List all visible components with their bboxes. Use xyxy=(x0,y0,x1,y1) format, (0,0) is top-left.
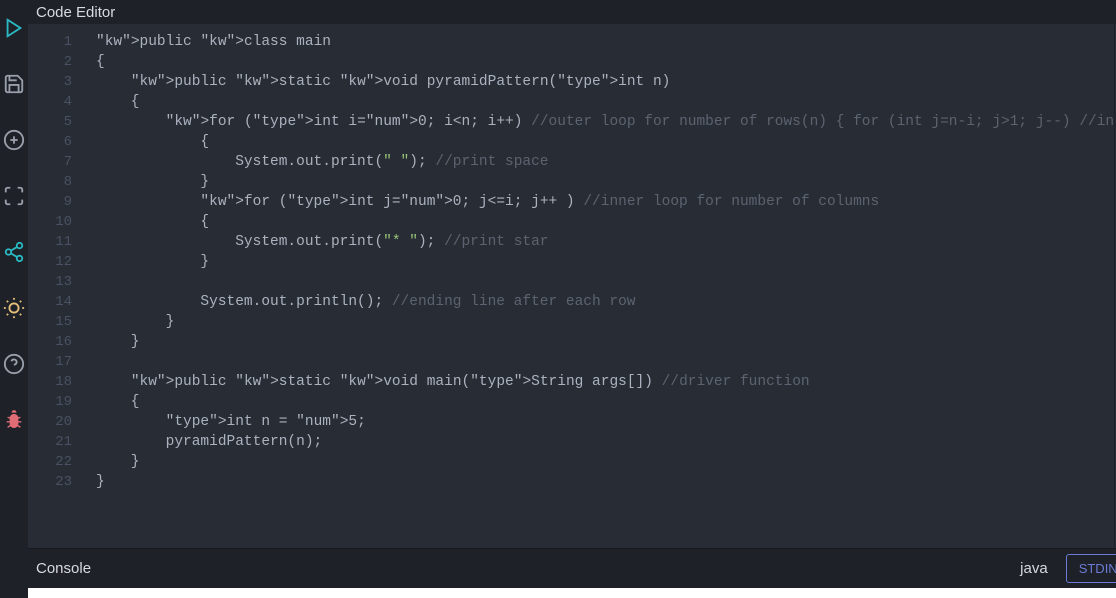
code-area[interactable]: "kw">public "kw">class main{ "kw">public… xyxy=(78,24,1114,548)
line-number: 17 xyxy=(28,352,72,372)
code-line[interactable]: "kw">public "kw">static "kw">void pyrami… xyxy=(96,72,1114,92)
code-line[interactable]: "type">int n = "num">5; xyxy=(96,412,1114,432)
code-line[interactable]: "kw">for ("type">int i="num">0; i<n; i++… xyxy=(96,112,1114,132)
play-icon xyxy=(3,17,25,39)
line-number: 21 xyxy=(28,432,72,452)
code-line[interactable]: { xyxy=(96,132,1114,152)
code-line[interactable]: System.out.println(); //ending line afte… xyxy=(96,292,1114,312)
code-line[interactable]: System.out.print("* "); //print star xyxy=(96,232,1114,252)
sun-icon xyxy=(3,297,25,319)
save-icon xyxy=(3,73,25,95)
line-number: 2 xyxy=(28,52,72,72)
line-number: 10 xyxy=(28,212,72,232)
code-line[interactable]: } xyxy=(96,472,1114,492)
line-number: 1 xyxy=(28,32,72,52)
code-line[interactable]: { xyxy=(96,92,1114,112)
console-bar: Console java STDIN STDOUT xyxy=(28,548,1116,588)
add-button[interactable] xyxy=(0,126,28,154)
code-line[interactable] xyxy=(96,272,1114,292)
line-number: 3 xyxy=(28,72,72,92)
editor[interactable]: 1234567891011121314151617181920212223 "k… xyxy=(28,24,1116,548)
fullscreen-icon xyxy=(3,185,25,207)
line-number: 15 xyxy=(28,312,72,332)
line-gutter: 1234567891011121314151617181920212223 xyxy=(28,24,78,548)
line-number: 7 xyxy=(28,152,72,172)
line-number: 16 xyxy=(28,332,72,352)
line-number: 8 xyxy=(28,172,72,192)
language-label: java xyxy=(1020,560,1048,577)
console-title: Console xyxy=(36,560,91,577)
line-number: 18 xyxy=(28,372,72,392)
bug-icon xyxy=(3,409,25,431)
code-line[interactable]: { xyxy=(96,392,1114,412)
code-line[interactable]: { xyxy=(96,212,1114,232)
line-number: 5 xyxy=(28,112,72,132)
save-button[interactable] xyxy=(0,70,28,98)
line-number: 11 xyxy=(28,232,72,252)
sidebar xyxy=(0,0,28,598)
line-number: 4 xyxy=(28,92,72,112)
theme-button[interactable] xyxy=(0,294,28,322)
run-button[interactable] xyxy=(0,14,28,42)
code-line[interactable]: "kw">public "kw">static "kw">void main("… xyxy=(96,372,1114,392)
main-area: Code Editor 1234567891011121314151617181… xyxy=(28,0,1116,598)
line-number: 20 xyxy=(28,412,72,432)
line-number: 13 xyxy=(28,272,72,292)
code-line[interactable]: { xyxy=(96,52,1114,72)
line-number: 23 xyxy=(28,472,72,492)
help-circle-icon xyxy=(3,353,25,375)
code-line[interactable]: System.out.print(" "); //print space xyxy=(96,152,1114,172)
share-icon xyxy=(3,241,25,263)
share-button[interactable] xyxy=(0,238,28,266)
fullscreen-button[interactable] xyxy=(0,182,28,210)
line-number: 12 xyxy=(28,252,72,272)
line-number: 14 xyxy=(28,292,72,312)
code-line[interactable]: } xyxy=(96,312,1114,332)
title-bar: Code Editor xyxy=(28,0,1116,24)
code-line[interactable]: } xyxy=(96,172,1114,192)
code-line[interactable]: "kw">public "kw">class main xyxy=(96,32,1114,52)
editor-title: Code Editor xyxy=(36,4,115,21)
bug-button[interactable] xyxy=(0,406,28,434)
code-line[interactable]: } xyxy=(96,332,1114,352)
code-line[interactable] xyxy=(96,352,1114,372)
code-line[interactable]: } xyxy=(96,252,1114,272)
stdin-button[interactable]: STDIN xyxy=(1066,554,1116,583)
code-line[interactable]: } xyxy=(96,452,1114,472)
help-button[interactable] xyxy=(0,350,28,378)
line-number: 9 xyxy=(28,192,72,212)
line-number: 6 xyxy=(28,132,72,152)
code-line[interactable]: "kw">for ("type">int j="num">0; j<=i; j+… xyxy=(96,192,1114,212)
code-line[interactable]: pyramidPattern(n); xyxy=(96,432,1114,452)
line-number: 22 xyxy=(28,452,72,472)
plus-circle-icon xyxy=(3,129,25,151)
line-number: 19 xyxy=(28,392,72,412)
